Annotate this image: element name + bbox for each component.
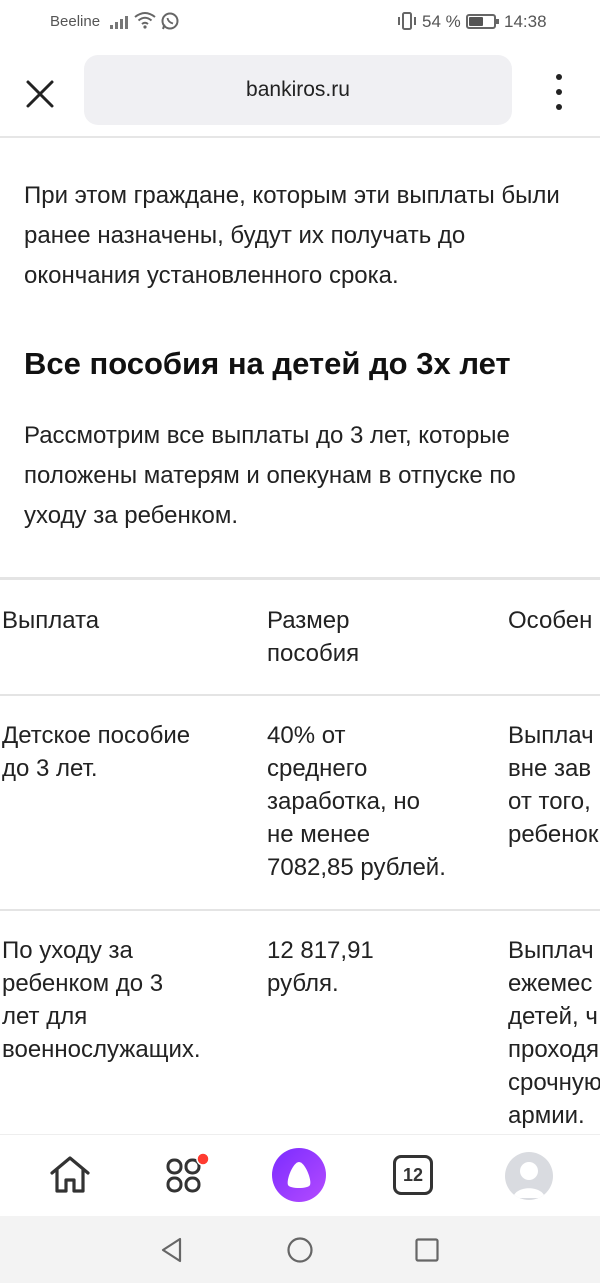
article-paragraph: При этом граждане, которым эти выплаты б… (24, 182, 560, 289)
row-divider (0, 694, 600, 696)
header-cell: Особен (508, 607, 593, 634)
row-divider (0, 909, 600, 911)
table-cell: 12 817,91 рубля. (267, 937, 374, 997)
signal-icon (110, 13, 128, 29)
table-cell: Выплач вне зав от того, ребенок (508, 722, 599, 848)
table-cell: Выплач ежемес детей, ч проходя срочную а… (508, 937, 600, 1129)
status-bar: Beeline 54 % 14:38 (0, 0, 600, 46)
more-vertical-icon[interactable] (548, 74, 570, 110)
browser-toolbar: bankiros.ru (0, 46, 600, 136)
system-nav-bar (0, 1216, 600, 1283)
whatsapp-icon (161, 12, 179, 30)
article-paragraph: Рассмотрим все выплаты до 3 лет, которые… (24, 422, 516, 529)
avatar-icon[interactable] (505, 1152, 553, 1200)
address-bar[interactable]: bankiros.ru (84, 55, 512, 125)
status-time: 14:38 (504, 12, 547, 31)
carrier-name: Beeline (50, 13, 101, 30)
table-cell: 40% от среднего заработка, но не менее 7… (267, 722, 446, 881)
grid-icon[interactable] (161, 1151, 209, 1199)
table-cell: По уходу за ребенком до 3 лет для военно… (2, 937, 201, 1063)
header-cell: Размер пособия (267, 607, 360, 667)
table-cell: Детское пособие до 3 лет. (2, 722, 191, 782)
header-cell: Выплата (2, 607, 100, 634)
wifi-icon (134, 12, 156, 29)
notification-dot (196, 1152, 209, 1166)
home-icon[interactable] (46, 1151, 94, 1199)
back-triangle-icon[interactable] (158, 1236, 186, 1264)
recents-square-icon[interactable] (413, 1236, 441, 1264)
vibrate-icon (398, 12, 416, 30)
tabs-count: 12 (402, 1164, 424, 1185)
url-text: bankiros.ru (246, 78, 350, 101)
battery-icon (466, 14, 499, 29)
tabs-icon[interactable]: 12 (393, 1155, 433, 1195)
close-icon[interactable] (22, 76, 58, 112)
section-heading: Все пособия на детей до 3х лет (24, 346, 511, 381)
home-circle-icon[interactable] (286, 1236, 314, 1264)
battery-percent: 54 % (422, 12, 461, 31)
page-content: При этом граждане, которым эти выплаты б… (0, 138, 600, 1134)
table-top-border (0, 577, 600, 580)
alice-icon[interactable] (272, 1148, 326, 1202)
browser-bottom-nav: 12 (0, 1134, 600, 1216)
